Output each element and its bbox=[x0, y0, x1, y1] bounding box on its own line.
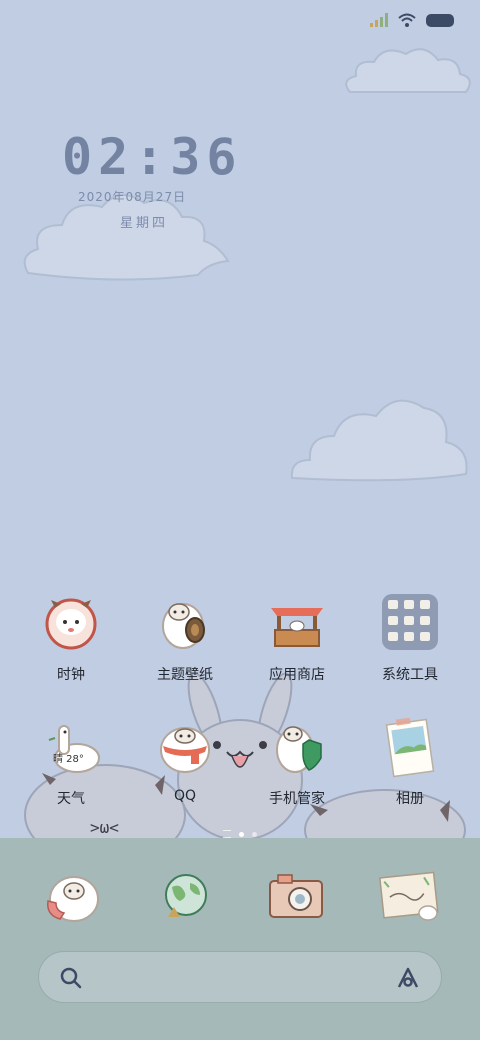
themes-sheep-icon bbox=[155, 594, 215, 654]
weather-temperature: 晴 28° bbox=[53, 754, 84, 765]
app-label: 时钟 bbox=[57, 667, 85, 683]
dock-browser[interactable] bbox=[154, 865, 218, 929]
app-store[interactable]: 应用商店 bbox=[242, 594, 352, 694]
qq-sheep-icon bbox=[155, 718, 215, 778]
system-tools-folder-icon bbox=[380, 594, 440, 654]
signal-icon bbox=[370, 13, 388, 27]
clock-date: 2020年08月27日 bbox=[78, 190, 187, 204]
security-sheep-icon bbox=[267, 718, 327, 778]
clock-sheep-icon bbox=[41, 594, 101, 654]
assistant-icon[interactable] bbox=[395, 965, 421, 991]
page-dot[interactable] bbox=[239, 831, 244, 837]
app-system-tools-folder[interactable]: 系统工具 bbox=[355, 594, 465, 694]
browser-globe-icon bbox=[165, 874, 207, 917]
camera-icon bbox=[269, 874, 323, 918]
messages-letter-icon bbox=[379, 871, 439, 921]
status-bar bbox=[370, 10, 454, 30]
app-label: 系统工具 bbox=[382, 667, 438, 683]
app-qq[interactable]: QQ bbox=[130, 718, 240, 818]
cloud-decoration bbox=[345, 48, 471, 93]
app-label: QQ bbox=[173, 788, 197, 804]
dock-phone[interactable] bbox=[40, 865, 104, 929]
app-label: 天气 bbox=[57, 791, 85, 807]
page-dot[interactable] bbox=[252, 831, 257, 837]
app-label: 应用商店 bbox=[269, 667, 325, 683]
dock-messages[interactable] bbox=[378, 865, 442, 929]
clock-time[interactable]: 02:36 bbox=[62, 128, 243, 186]
battery-icon bbox=[426, 13, 454, 27]
app-phone-manager[interactable]: 手机管家 bbox=[242, 718, 352, 818]
app-label: 主题壁纸 bbox=[157, 667, 213, 683]
app-weather[interactable]: 晴 28° 天气 bbox=[16, 718, 126, 818]
search-bar[interactable] bbox=[38, 951, 442, 1003]
dock-camera[interactable] bbox=[264, 865, 328, 929]
gallery-photo-icon bbox=[380, 717, 440, 778]
phone-sheep-icon bbox=[47, 876, 99, 922]
cloud-decoration bbox=[290, 399, 468, 482]
app-gallery[interactable]: 相册 bbox=[355, 717, 465, 818]
app-themes[interactable]: 主题壁纸 bbox=[130, 594, 240, 694]
app-clock[interactable]: 时钟 bbox=[16, 594, 126, 694]
weather-alpaca-icon: 晴 28° bbox=[41, 718, 101, 778]
app-store-stall-icon bbox=[267, 594, 327, 654]
search-icon bbox=[60, 967, 82, 989]
app-label: 手机管家 bbox=[269, 791, 325, 807]
wifi-icon bbox=[398, 13, 416, 27]
app-label: 相册 bbox=[396, 791, 424, 807]
page-menu-icon[interactable] bbox=[223, 830, 231, 838]
clock-weekday: 星期四 bbox=[120, 216, 169, 231]
